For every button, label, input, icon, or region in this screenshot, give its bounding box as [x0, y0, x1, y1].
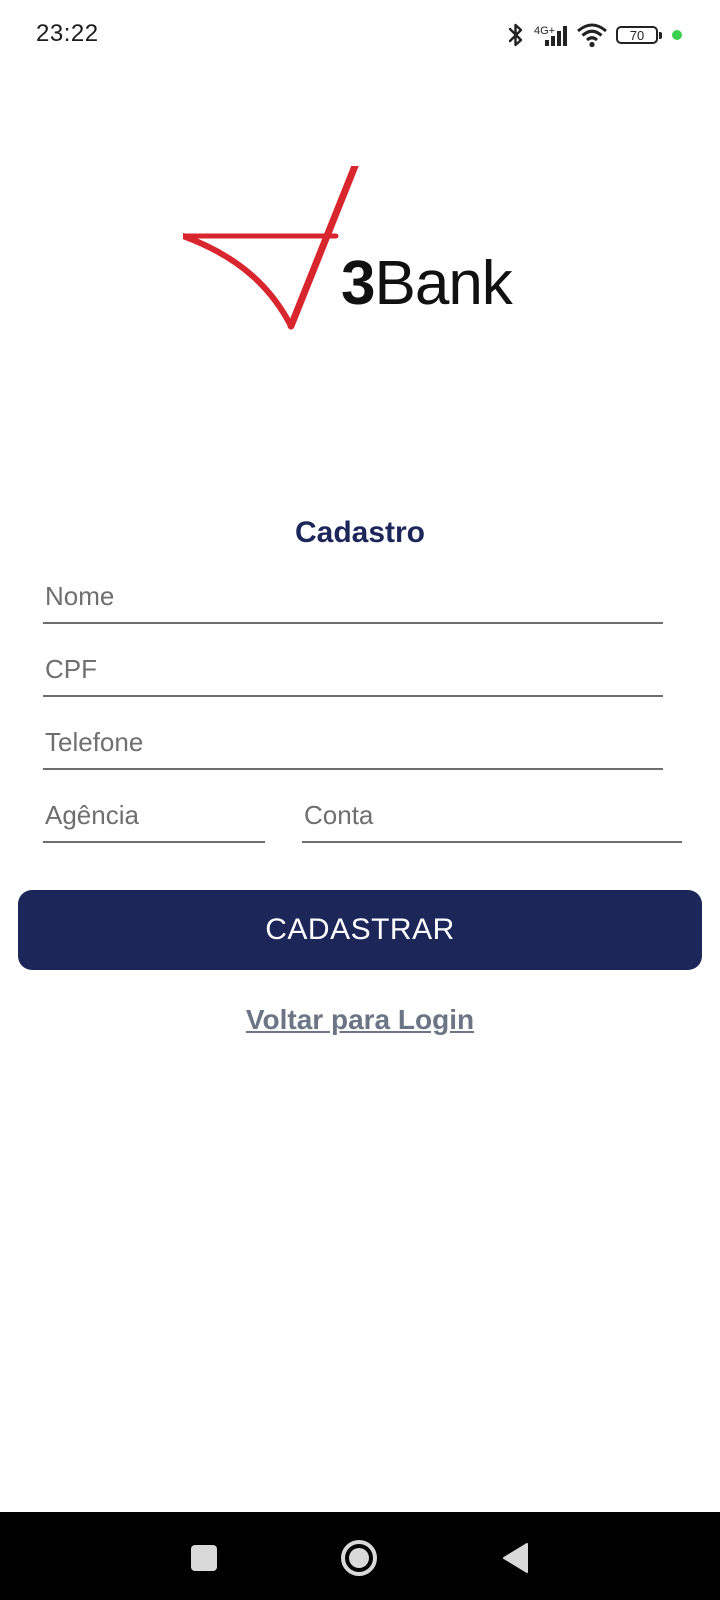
name-input[interactable] — [43, 580, 663, 624]
privacy-dot-icon — [672, 30, 682, 40]
status-time: 23:22 — [36, 20, 99, 47]
app-logo: 3Bank — [183, 166, 543, 336]
status-icons: 4G+ 70 — [506, 20, 682, 50]
home-icon[interactable] — [337, 1536, 381, 1580]
form-title: Cadastro — [294, 516, 426, 549]
battery-icon: 70 — [616, 26, 662, 44]
bluetooth-icon — [506, 22, 526, 48]
status-bar: 23:22 4G+ 70 — [0, 0, 720, 70]
account-input[interactable] — [302, 799, 682, 843]
battery-level: 70 — [629, 27, 645, 43]
phone-input[interactable] — [43, 726, 663, 770]
recent-apps-icon[interactable] — [182, 1536, 226, 1580]
logo-name: Bank — [374, 249, 512, 318]
navigation-bar — [0, 1512, 720, 1600]
registration-screen: 23:22 4G+ 70 3Bank Cadastro Nome CPF Tel… — [0, 0, 720, 1600]
register-button[interactable]: CADASTRAR — [18, 890, 702, 970]
back-icon[interactable] — [494, 1536, 538, 1580]
signal-icon: 4G+ — [534, 22, 568, 48]
logo-wordmark: 3Bank — [341, 248, 513, 319]
logo-number: 3 — [341, 249, 375, 318]
agency-input[interactable] — [43, 799, 265, 843]
cpf-input[interactable] — [43, 653, 663, 697]
back-to-login-link[interactable]: Voltar para Login — [0, 1004, 720, 1036]
wifi-icon — [576, 22, 608, 48]
